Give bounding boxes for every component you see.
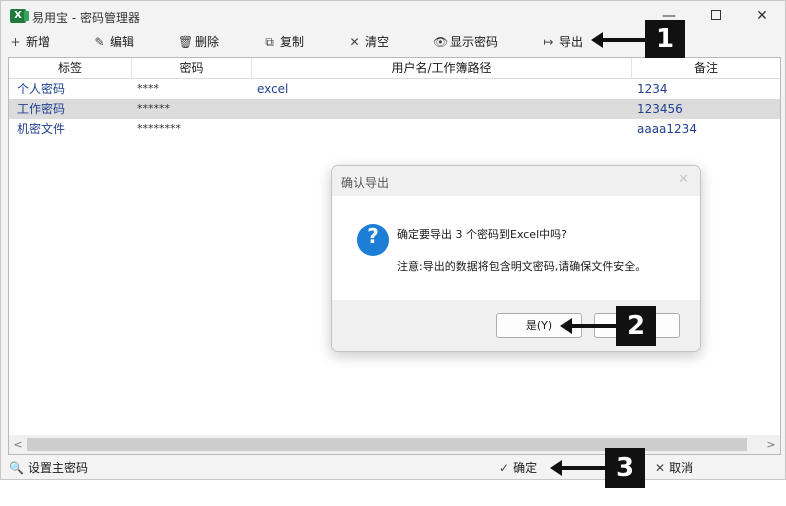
clear-button[interactable]: ✕ 清空 bbox=[348, 33, 389, 51]
copy-button[interactable]: ⧉ 复制 bbox=[263, 33, 304, 51]
ok-button[interactable]: ✓ 确定 bbox=[499, 460, 537, 476]
annotation-arrow-3 bbox=[550, 460, 610, 476]
cell-password: **** bbox=[137, 82, 159, 95]
column-header-user[interactable]: 用户名/工作簿路径 bbox=[252, 58, 632, 78]
edit-button[interactable]: ✎ 编辑 bbox=[93, 33, 134, 51]
cell-tag: 工作密码 bbox=[17, 102, 66, 116]
clear-button-label: 清空 bbox=[365, 35, 390, 49]
maximize-icon bbox=[711, 10, 721, 20]
table-row[interactable]: 机密文件 ******** aaaa1234 bbox=[9, 119, 780, 139]
eye-icon: 👁 bbox=[433, 35, 449, 49]
ok-button-label: 确定 bbox=[513, 461, 538, 475]
add-button-label: 新增 bbox=[26, 35, 51, 49]
export-button[interactable]: ↦ 导出 bbox=[542, 33, 583, 51]
cancel-button[interactable]: ✕ 取消 bbox=[655, 460, 693, 476]
maximize-button[interactable] bbox=[693, 1, 739, 31]
scroll-left-icon[interactable]: < bbox=[10, 436, 26, 453]
set-master-password-button[interactable]: 🔍 设置主密码 bbox=[9, 460, 88, 476]
check-icon: ✓ bbox=[499, 461, 510, 475]
add-button[interactable]: + 新增 bbox=[9, 33, 50, 51]
close-window-button[interactable]: ✕ bbox=[739, 1, 785, 31]
scroll-right-icon[interactable]: > bbox=[763, 436, 779, 453]
cancel-icon: ✕ bbox=[655, 461, 666, 475]
trash-icon: 🗑 bbox=[178, 35, 194, 49]
cell-password: ******** bbox=[137, 122, 181, 135]
dialog-message: 确定要导出 3 个密码到Excel中吗? bbox=[397, 228, 567, 241]
cell-note: 1234 bbox=[637, 82, 668, 96]
annotation-marker-3: 3 bbox=[605, 448, 645, 488]
cell-tag: 个人密码 bbox=[17, 82, 66, 96]
cell-note: aaaa1234 bbox=[637, 122, 697, 136]
dialog-body: ? 确定要导出 3 个密码到Excel中吗? 注意:导出的数据将包含明文密码,请… bbox=[332, 196, 700, 300]
copy-icon: ⧉ bbox=[265, 35, 274, 49]
annotation-arrow-2 bbox=[560, 318, 620, 334]
horizontal-scrollbar[interactable]: < > bbox=[9, 435, 780, 454]
plus-icon: + bbox=[10, 35, 21, 49]
cell-password: ****** bbox=[137, 102, 170, 115]
pencil-icon: ✎ bbox=[94, 35, 105, 49]
table-row[interactable]: 个人密码 **** excel 1234 bbox=[9, 79, 780, 99]
annotation-arrow-1 bbox=[591, 32, 649, 48]
export-icon: ↦ bbox=[543, 35, 554, 49]
delete-button[interactable]: 🗑 删除 bbox=[178, 33, 219, 51]
clear-icon: ✕ bbox=[349, 35, 360, 49]
show-password-button-label: 显示密码 bbox=[450, 35, 499, 49]
excel-app-icon: X bbox=[10, 9, 29, 23]
column-header-password[interactable]: 密码 bbox=[132, 58, 252, 78]
edit-button-label: 编辑 bbox=[110, 35, 135, 49]
question-icon: ? bbox=[357, 224, 389, 256]
table-row-selected[interactable]: 工作密码 ****** 123456 bbox=[9, 99, 780, 119]
column-header-note[interactable]: 备注 bbox=[632, 58, 780, 78]
status-bar: 🔍 设置主密码 ✓ 确定 ✕ 取消 bbox=[1, 457, 785, 479]
set-master-password-label: 设置主密码 bbox=[27, 461, 88, 475]
cell-tag: 机密文件 bbox=[17, 122, 66, 136]
export-button-label: 导出 bbox=[559, 35, 584, 49]
window-title: 易用宝 - 密码管理器 bbox=[32, 11, 140, 25]
column-header-tag[interactable]: 标签 bbox=[9, 58, 132, 78]
show-password-button[interactable]: 👁 显示密码 bbox=[433, 33, 498, 51]
key-icon: 🔍 bbox=[9, 461, 24, 475]
copy-button-label: 复制 bbox=[280, 35, 305, 49]
dialog-title: 确认导出 bbox=[341, 176, 390, 190]
annotation-marker-2: 2 bbox=[616, 306, 656, 346]
delete-button-label: 删除 bbox=[195, 35, 220, 49]
cancel-button-label: 取消 bbox=[669, 461, 694, 475]
dialog-title-bar: 确认导出 ✕ bbox=[332, 166, 700, 196]
dialog-close-icon[interactable]: ✕ bbox=[678, 172, 689, 187]
cell-user: excel bbox=[257, 82, 289, 96]
cell-note: 123456 bbox=[637, 102, 683, 116]
annotation-marker-1: 1 bbox=[645, 20, 685, 58]
table-header: 标签 密码 用户名/工作簿路径 备注 bbox=[9, 58, 780, 79]
dialog-note: 注意:导出的数据将包含明文密码,请确保文件安全。 bbox=[397, 260, 647, 273]
